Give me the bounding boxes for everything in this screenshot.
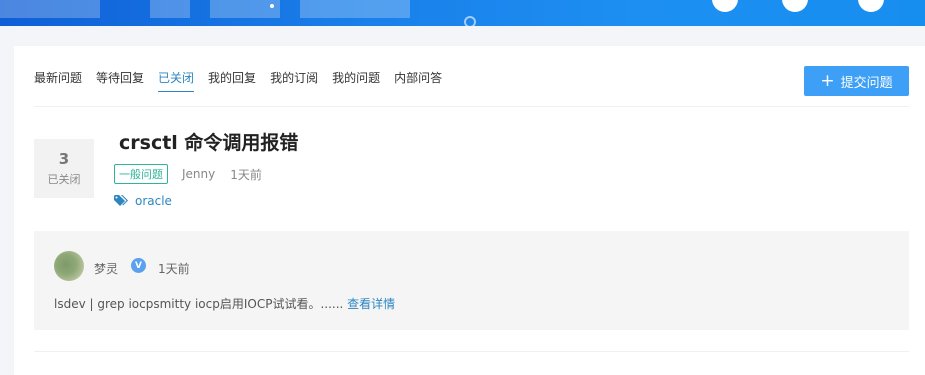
question-list-card: 最新问题 等待回复 已关闭 我的回复 我的订阅 我的问题 内部问答 + 提交问题… — [14, 46, 925, 375]
tab-my-subscriptions[interactable]: 我的订阅 — [270, 69, 318, 92]
banner-decoration — [210, 0, 280, 18]
answer-excerpt: lsdev | grep iocpsmitty iocp启用IOCP试试看。..… — [54, 295, 395, 312]
question-time: 1天前 — [230, 167, 262, 182]
tab-closed[interactable]: 已关闭 — [158, 69, 195, 92]
banner-decoration — [150, 0, 190, 18]
submit-question-button[interactable]: + 提交问题 — [804, 66, 909, 96]
banner-decoration — [0, 0, 100, 18]
answer-user[interactable]: 梦灵 — [94, 260, 118, 277]
banner-decoration — [300, 0, 410, 18]
divider — [34, 106, 909, 107]
banner-ring — [464, 16, 476, 26]
answer-text: lsdev | grep iocpsmitty iocp启用IOCP试试看。..… — [54, 297, 344, 311]
question-title[interactable]: crsctl 命令调用报错 — [119, 128, 298, 155]
tab-my-replies[interactable]: 我的回复 — [208, 69, 256, 92]
banner-circle — [858, 0, 884, 12]
tab-latest[interactable]: 最新问题 — [34, 69, 82, 92]
question-tags: oracle — [114, 194, 172, 208]
tab-my-questions[interactable]: 我的问题 — [332, 69, 380, 92]
submit-question-label: 提交问题 — [840, 75, 893, 91]
banner-circle — [782, 0, 808, 12]
tags-icon — [114, 195, 128, 206]
avatar[interactable] — [54, 251, 84, 281]
view-details-link[interactable]: 查看详情 — [347, 297, 395, 311]
header-banner — [0, 0, 925, 26]
latest-answer: 梦灵 V 1天前 lsdev | grep iocpsmitty iocp启用I… — [34, 231, 909, 330]
answer-count-box: 3 已关闭 — [34, 139, 94, 198]
answer-count: 3 — [58, 150, 70, 168]
banner-dot — [270, 4, 274, 8]
plus-icon: + — [820, 70, 835, 91]
tab-internal-qa[interactable]: 内部问答 — [394, 69, 442, 92]
question-status: 已关闭 — [47, 173, 81, 186]
divider — [34, 351, 909, 352]
verified-icon: V — [131, 258, 146, 273]
tag-link[interactable]: oracle — [135, 194, 172, 208]
answer-time: 1天前 — [158, 262, 190, 276]
tab-waiting[interactable]: 等待回复 — [96, 69, 144, 92]
question-author[interactable]: Jenny — [182, 167, 215, 181]
banner-circle — [712, 0, 738, 12]
question-tabs: 最新问题 等待回复 已关闭 我的回复 我的订阅 我的问题 内部问答 — [34, 69, 456, 92]
category-badge[interactable]: 一般问题 — [114, 164, 168, 184]
question-meta: 一般问题 Jenny 1天前 — [114, 164, 262, 184]
